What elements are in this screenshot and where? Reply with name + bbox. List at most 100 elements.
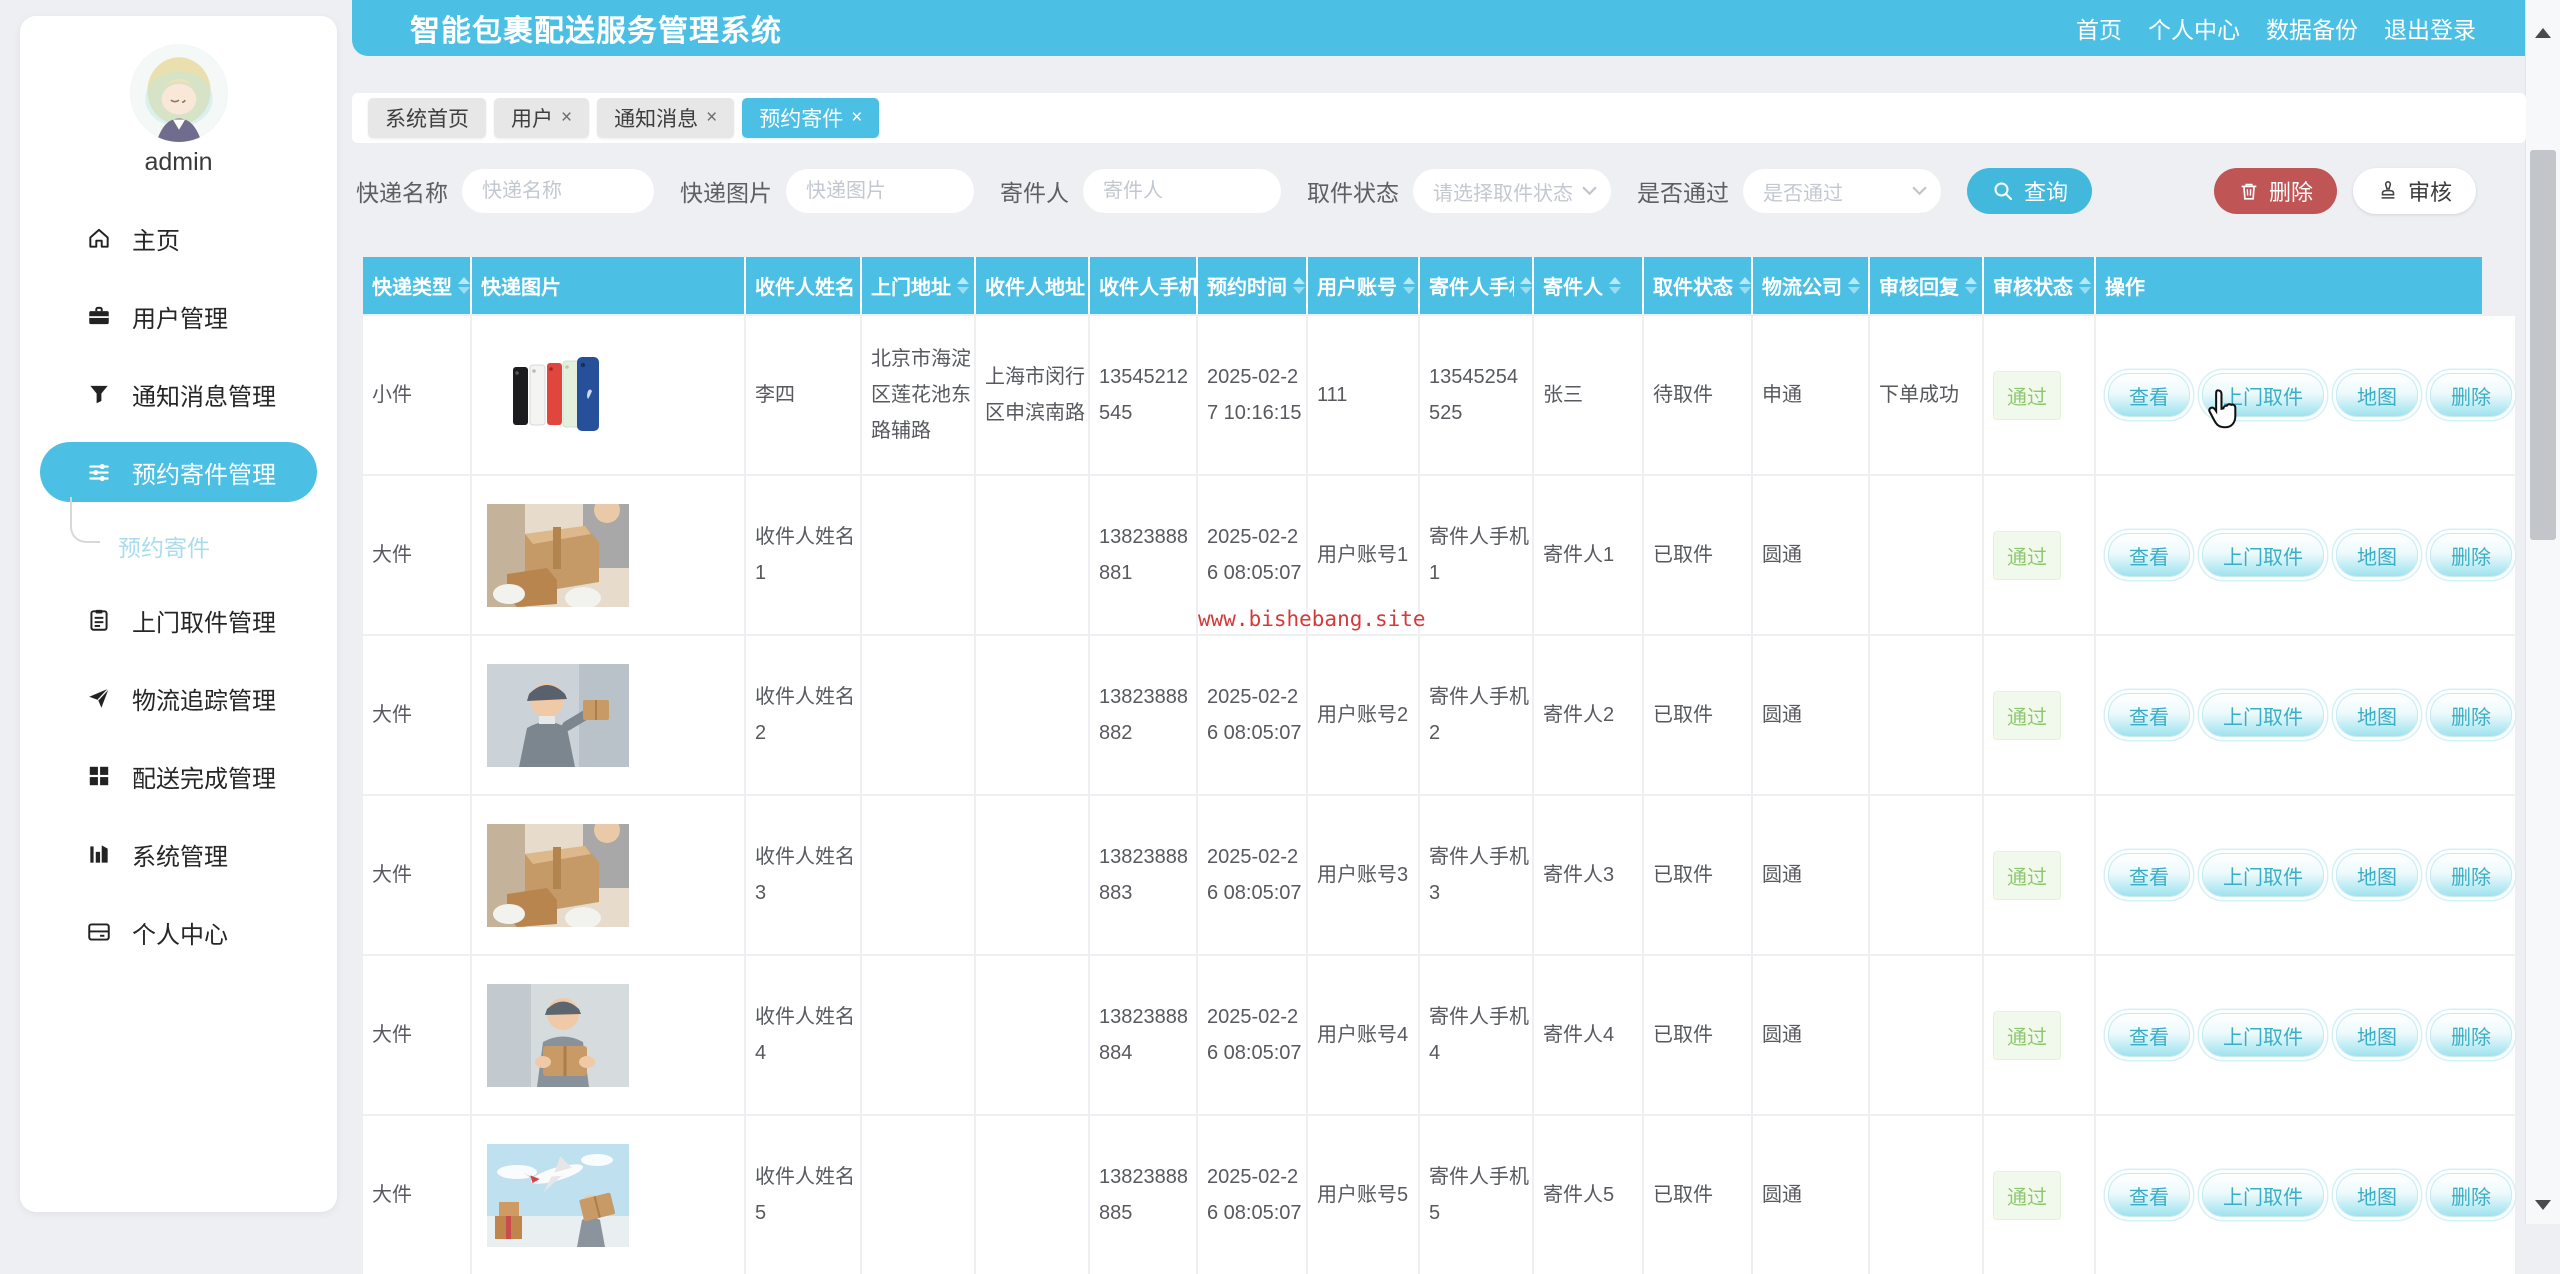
column-header-label: 快递图片 <box>481 271 561 300</box>
delete-row-button[interactable]: 删除 <box>2430 533 2512 577</box>
view-button[interactable]: 查看 <box>2108 853 2190 897</box>
door-pickup-button[interactable]: 上门取件 <box>2202 693 2324 737</box>
sidebar-item-3[interactable]: 预约寄件管理 <box>40 442 317 502</box>
tab[interactable]: 通知消息× <box>597 98 734 138</box>
sidebar-item-1[interactable]: 用户管理 <box>20 277 337 355</box>
map-button[interactable]: 地图 <box>2336 693 2418 737</box>
topbar-link[interactable]: 首页 <box>2076 11 2122 45</box>
door-pickup-button[interactable]: 上门取件 <box>2202 1013 2324 1057</box>
map-button[interactable]: 地图 <box>2336 373 2418 417</box>
sidebar-item-label: 通知消息管理 <box>132 377 276 412</box>
table-row: 大件收件人姓名5138238888852025-02-26 08:05:07用户… <box>363 1116 2482 1274</box>
tab[interactable]: 用户× <box>494 98 589 138</box>
sidebar-subitem[interactable]: 预约寄件 <box>20 511 337 581</box>
sidebar-item-5[interactable]: 上门取件管理 <box>20 581 337 659</box>
delete-row-button[interactable]: 删除 <box>2430 853 2512 897</box>
filter-select[interactable]: 是否通过 <box>1743 169 1941 213</box>
cell-book_time: 2025-02-26 08:05:07 <box>1198 636 1306 794</box>
map-button[interactable]: 地图 <box>2336 853 2418 897</box>
column-header[interactable]: 寄件人手机 <box>1420 257 1532 314</box>
sort-caret-icon[interactable] <box>1520 277 1532 294</box>
tab[interactable]: 预约寄件× <box>742 98 879 138</box>
column-header[interactable]: 用户账号 <box>1308 257 1418 314</box>
sort-caret-icon[interactable] <box>1965 277 1977 294</box>
view-button[interactable]: 查看 <box>2108 1013 2190 1057</box>
sidebar-item-9[interactable]: 个人中心 <box>20 893 337 971</box>
scroll-down-icon[interactable] <box>2535 1200 2551 1210</box>
column-header[interactable]: 物流公司 <box>1753 257 1868 314</box>
door-pickup-button[interactable]: 上门取件 <box>2202 1173 2324 1217</box>
sidebar-item-2[interactable]: 通知消息管理 <box>20 355 337 433</box>
column-header[interactable]: 上门地址 <box>862 257 974 314</box>
search-button[interactable]: 查询 <box>1967 168 2092 214</box>
topbar-link[interactable]: 个人中心 <box>2148 11 2240 45</box>
tab-close-icon[interactable]: × <box>706 107 717 129</box>
cell-pickup_status: 已取件 <box>1644 476 1751 634</box>
cell-text: 寄件人手机1 <box>1429 519 1529 591</box>
map-button[interactable]: 地图 <box>2336 1013 2418 1057</box>
filter-input[interactable] <box>786 169 974 213</box>
column-header[interactable]: 审核回复 <box>1870 257 1982 314</box>
view-button[interactable]: 查看 <box>2108 373 2190 417</box>
sort-caret-icon[interactable] <box>1739 277 1751 294</box>
column-header-label: 收件人地址 <box>985 271 1085 300</box>
cell-sender_phone: 寄件人手机5 <box>1420 1116 1532 1274</box>
column-header[interactable]: 快递图片 <box>472 257 744 314</box>
scroll-up-icon[interactable] <box>2535 28 2551 38</box>
column-header[interactable]: 审核状态 <box>1984 257 2094 314</box>
door-pickup-button[interactable]: 上门取件 <box>2202 853 2324 897</box>
topbar-link[interactable]: 数据备份 <box>2266 11 2358 45</box>
column-header[interactable]: 快递类型 <box>363 257 470 314</box>
topbar-link[interactable]: 退出登录 <box>2384 11 2476 45</box>
audit-button[interactable]: 审核 <box>2353 168 2476 214</box>
map-button[interactable]: 地图 <box>2336 1173 2418 1217</box>
scrollbar-thumb[interactable] <box>2530 150 2556 540</box>
view-button[interactable]: 查看 <box>2108 1173 2190 1217</box>
column-header[interactable]: 取件状态 <box>1644 257 1751 314</box>
column-header[interactable]: 寄件人 <box>1534 257 1642 314</box>
door-pickup-button[interactable]: 上门取件 <box>2202 533 2324 577</box>
sort-caret-icon[interactable] <box>1403 277 1415 294</box>
delete-row-button[interactable]: 删除 <box>2430 1173 2512 1217</box>
cell-audit_reply <box>1870 636 1982 794</box>
view-button[interactable]: 查看 <box>2108 693 2190 737</box>
tab-close-icon[interactable]: × <box>561 107 572 129</box>
column-header[interactable]: 收件人姓名 <box>746 257 860 314</box>
column-header[interactable]: 操作 <box>2096 257 2482 314</box>
cell-receiver_phone: 13545212545 <box>1090 316 1196 474</box>
sidebar-item-7[interactable]: 配送完成管理 <box>20 737 337 815</box>
status-badge: 通过 <box>1993 1011 2061 1060</box>
view-button[interactable]: 查看 <box>2108 533 2190 577</box>
column-header[interactable]: 预约时间 <box>1198 257 1306 314</box>
filter-select[interactable]: 请选择取件状态 <box>1413 169 1611 213</box>
column-header[interactable]: 收件人地址 <box>976 257 1088 314</box>
delete-row-button[interactable]: 删除 <box>2430 693 2512 737</box>
filter-input[interactable] <box>462 169 654 213</box>
column-header-label: 收件人姓名 <box>755 271 855 300</box>
map-button[interactable]: 地图 <box>2336 533 2418 577</box>
filter-input[interactable] <box>1083 169 1281 213</box>
sort-caret-icon[interactable] <box>1848 277 1860 294</box>
tab[interactable]: 系统首页 <box>368 98 486 138</box>
tab-close-icon[interactable]: × <box>851 107 862 129</box>
delete-button[interactable]: 删除 <box>2214 168 2337 214</box>
status-badge: 通过 <box>1993 851 2061 900</box>
sidebar-item-8[interactable]: 系统管理 <box>20 815 337 893</box>
column-header[interactable]: 收件人手机 <box>1090 257 1196 314</box>
cell-image <box>472 316 744 474</box>
table-row: 小件李四北京市海淀区莲花池东路辅路上海市闵行区申滨南路1354521254520… <box>363 316 2482 474</box>
cell-type: 小件 <box>363 316 470 474</box>
sort-caret-icon[interactable] <box>2079 277 2091 294</box>
delete-row-button[interactable]: 删除 <box>2430 1013 2512 1057</box>
scrollbar[interactable] <box>2525 0 2560 1224</box>
sort-caret-icon[interactable] <box>458 277 470 294</box>
sidebar-item-0[interactable]: 主页 <box>20 199 337 277</box>
sort-caret-icon[interactable] <box>1293 277 1305 294</box>
cell-text: 圆通 <box>1762 537 1802 573</box>
sort-caret-icon[interactable] <box>1609 277 1621 294</box>
door-pickup-button[interactable]: 上门取件 <box>2202 373 2324 417</box>
delete-row-button[interactable]: 删除 <box>2430 373 2512 417</box>
sidebar-item-6[interactable]: 物流追踪管理 <box>20 659 337 737</box>
phones-image <box>505 349 605 441</box>
sort-caret-icon[interactable] <box>957 277 969 294</box>
